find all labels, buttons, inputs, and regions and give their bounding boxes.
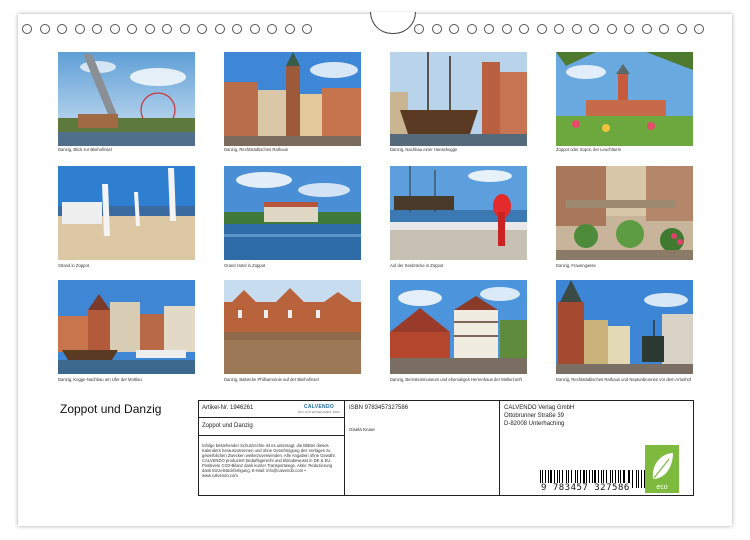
binding-hole [39, 24, 50, 34]
calvendo-logo: CALVENDO EIN UNTERNEHMEN DER [297, 404, 341, 414]
photo-caption: Danzig, Blick zur Bleihofinsel [58, 147, 112, 152]
binding-hole [197, 24, 207, 34]
photo-philharmonie [224, 280, 361, 374]
binding-hole [127, 24, 137, 34]
binding-hole [606, 24, 617, 34]
binding-hole [162, 24, 172, 34]
photo-caption: Danzig, Rechtstädtisches Rathaus [224, 147, 289, 152]
publisher-street: Ottobrunner Straße 39 [504, 413, 565, 419]
binding-hole [214, 24, 225, 34]
photo-frauengasse [556, 166, 693, 260]
photo-caption: Danzig, Baltische Philharmonie auf der B… [224, 377, 319, 382]
photo-neptunbrunnen [556, 280, 693, 374]
photo-caption: Zoppot oder Sopot, der Leuchtturm [556, 147, 622, 152]
photo-strand [58, 166, 195, 260]
binding-hole [624, 24, 634, 34]
binding-hole [92, 24, 102, 34]
binding-hole [74, 24, 85, 34]
calendar-title: Zoppot und Danzig [60, 402, 162, 416]
photo-caption: Danzig, Kogge-Nachbau am Ufer der Mottla… [58, 377, 142, 382]
binding-hole [302, 24, 312, 34]
binding-hole [144, 24, 155, 34]
binding-hole [284, 24, 295, 34]
divider [199, 435, 344, 436]
barcode-digits: 9 783457 327586 [540, 483, 631, 493]
barcode-bar [636, 470, 637, 488]
binding-hole [501, 24, 512, 34]
binding-hole [484, 24, 494, 34]
photo-grand-hotel [224, 166, 361, 260]
info-column-isbn: ISBN 9783457327586 Gisela Kruse [345, 401, 500, 495]
barcode-bar [632, 470, 634, 488]
binding-hole [57, 24, 67, 34]
binding-hole [659, 24, 669, 34]
photo-seebruecke [390, 166, 527, 260]
photo-hansekogge [390, 52, 527, 146]
binding-hole [554, 24, 564, 34]
binding-hole [694, 24, 704, 34]
photo-caption: Auf der Seebrücke in Zoppot [390, 263, 444, 268]
logo-subtext: EIN UNTERNEHMEN DER [297, 410, 341, 414]
title-repeat: Zoppot und Danzig [202, 423, 253, 429]
binding-hole [232, 24, 242, 34]
binding-hole [641, 24, 652, 34]
barcode-bar [640, 470, 642, 488]
eco-badge: eco [645, 445, 679, 493]
eco-label: eco [656, 484, 668, 491]
binding-hole [466, 24, 477, 34]
isbn: ISBN 9783457327586 [349, 405, 409, 411]
binding-hole [249, 24, 260, 34]
binding-hole [109, 24, 120, 34]
photo-bernsteinmuseum [390, 280, 527, 374]
photo-rathaus [224, 52, 361, 146]
divider [199, 417, 344, 418]
article-number: Artikel-Nr. 1946261 [202, 405, 254, 411]
publisher-city: D-82008 Unterhaching [504, 421, 565, 427]
barcode-bar [637, 470, 639, 488]
info-column-article: Artikel-Nr. 1946261 CALVENDO EIN UNTERNE… [199, 401, 345, 495]
binding-hole [267, 24, 277, 34]
publisher-name: CALVENDO Verlag GmbH [504, 405, 575, 411]
binding-hole [22, 24, 32, 34]
photo-caption: Danzig, Frauengasse [556, 263, 596, 268]
photo-caption: Danzig, Nachbau einer Hansekogge [390, 147, 458, 152]
binding-hole [414, 24, 424, 34]
author: Gisela Kruse [349, 427, 375, 432]
legal-text: Infolge bestehender Schutzrechte ist es … [202, 443, 336, 478]
binding-hole [589, 24, 599, 34]
photo-kogge-mottlau [58, 280, 195, 374]
photo-caption: Danzig, Rechtstädtisches Rathaus und Nep… [556, 377, 692, 382]
binding-holes-left [22, 24, 312, 38]
photo-leuchtturm [556, 52, 693, 146]
binding-hole [536, 24, 547, 34]
binding-hole [179, 24, 190, 34]
binding-hole [449, 24, 459, 34]
photo-caption: Danzig, Bernsteinmuseum und ehemaliges H… [390, 377, 522, 382]
calendar-hanger [370, 12, 416, 34]
binding-hole [571, 24, 582, 34]
photo-caption: Grand Hotel in Zoppot [224, 263, 266, 268]
photo-bleihofinsel [58, 52, 195, 146]
binding-hole [431, 24, 442, 34]
binding-hole [676, 24, 687, 34]
photo-caption: Strand in Zoppot [58, 263, 89, 268]
binding-holes-right [414, 24, 704, 38]
binding-hole [519, 24, 529, 34]
